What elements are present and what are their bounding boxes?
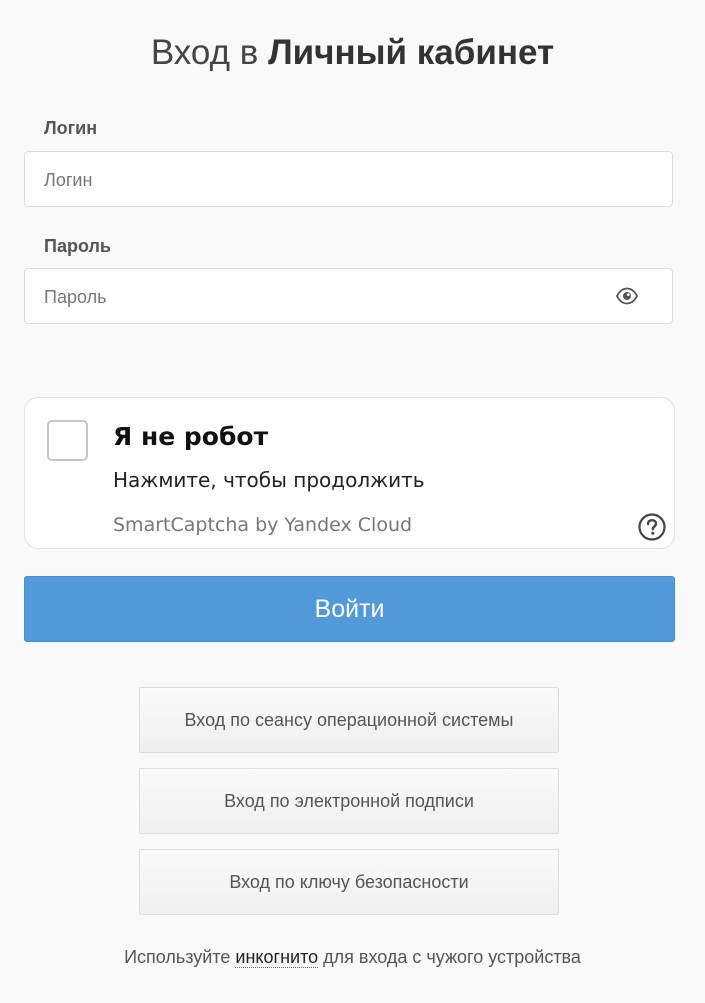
password-input[interactable] <box>42 269 606 325</box>
login-label: Логин <box>44 118 98 138</box>
captcha-title: Я не робот <box>113 422 269 451</box>
captcha-brand: SmartCaptcha by Yandex Cloud <box>113 514 413 536</box>
footer-text-before: Используйте <box>124 947 231 967</box>
eye-icon[interactable] <box>616 287 638 305</box>
login-button[interactable]: Войти <box>24 576 675 642</box>
title-bold: Личный кабинет <box>268 33 555 72</box>
footer-hint: Используйте инкогнито для входа с чужого… <box>0 947 705 968</box>
title-prefix: Вход в <box>150 33 259 72</box>
os-session-login-button[interactable]: Вход по сеансу операционной системы <box>139 687 559 753</box>
captcha-checkbox[interactable] <box>47 420 88 461</box>
question-circle-icon[interactable] <box>638 513 666 541</box>
footer-text-after: для входа с чужого устройства <box>323 947 581 967</box>
login-input[interactable] <box>42 152 606 208</box>
incognito-link[interactable]: инкогнито <box>235 947 319 968</box>
login-field-wrapper <box>24 151 673 208</box>
page-title: Вход в Личный кабинет <box>0 30 705 76</box>
captcha-widget: Я не робот Нажмите, чтобы продолжить Sma… <box>24 397 675 549</box>
security-key-login-button[interactable]: Вход по ключу безопасности <box>139 849 559 915</box>
password-label: Пароль <box>44 236 111 256</box>
password-field-wrapper <box>24 268 673 325</box>
digital-signature-login-button[interactable]: Вход по электронной подписи <box>139 768 559 834</box>
captcha-subtitle: Нажмите, чтобы продолжить <box>113 468 425 492</box>
